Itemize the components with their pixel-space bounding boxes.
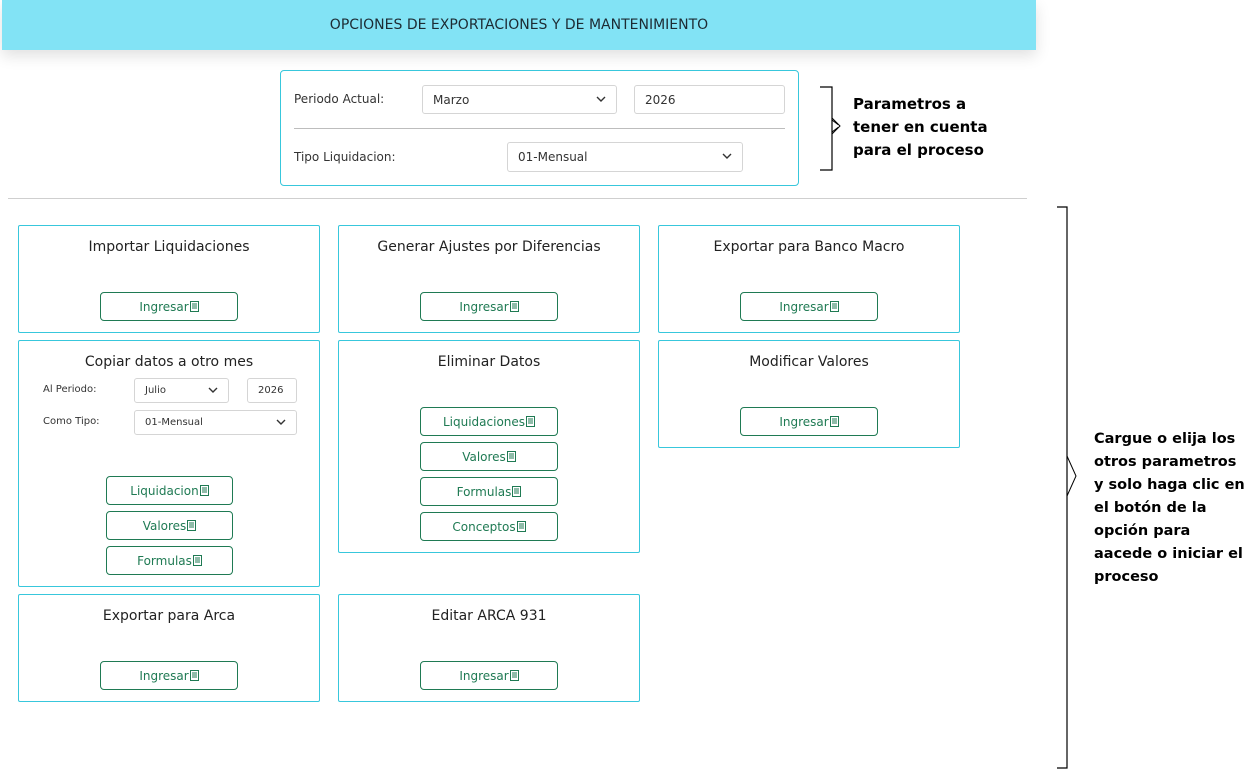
anio-input[interactable]: 2026	[634, 85, 785, 114]
params-arrow-icon	[831, 117, 841, 135]
parameters-panel: Periodo Actual: Marzo 2026 Tipo Liquidac…	[280, 70, 799, 186]
mes-select[interactable]: Marzo	[422, 85, 617, 114]
params-note-line: Parametros a	[853, 95, 967, 113]
modificar-ingresar-button[interactable]: Ingresar	[740, 407, 878, 436]
eliminar-liquidaciones-button[interactable]: Liquidaciones	[420, 407, 558, 436]
params-note-line: tener en cuenta	[853, 118, 988, 136]
arca931-ingresar-button[interactable]: Ingresar	[420, 661, 558, 690]
tipo-label: Tipo Liquidacion:	[294, 150, 396, 164]
button-label: Ingresar	[779, 299, 829, 314]
copiar-mes-select[interactable]: Julio	[134, 378, 229, 403]
params-note: Parametros a tener en cuenta para el pro…	[853, 93, 988, 162]
tipo-select[interactable]: 01-Mensual	[507, 142, 743, 172]
section-divider	[8, 198, 1027, 199]
chevron-down-icon	[276, 419, 286, 425]
card-exportar-banco-macro: Exportar para Banco Macro Ingresar	[658, 225, 960, 333]
macro-ingresar-button[interactable]: Ingresar	[740, 292, 878, 321]
arca-ingresar-button[interactable]: Ingresar	[100, 661, 238, 690]
chevron-down-icon	[208, 387, 218, 393]
card-eliminar-datos: Eliminar Datos Liquidaciones Valores For…	[338, 340, 640, 553]
button-label: Ingresar	[459, 299, 509, 314]
chevron-down-icon	[596, 96, 606, 102]
eliminar-conceptos-button[interactable]: Conceptos	[420, 512, 558, 541]
periodo-label: Periodo Actual:	[294, 92, 385, 106]
card-title: Generar Ajustes por Diferencias	[377, 239, 601, 255]
copiar-formulas-button[interactable]: Formulas	[106, 546, 233, 575]
document-icon	[199, 485, 209, 496]
document-icon	[512, 486, 522, 497]
card-copiar-datos: Copiar datos a otro mes Al Periodo: Juli…	[18, 340, 320, 587]
card-title: Eliminar Datos	[437, 354, 541, 370]
button-label: Ingresar	[139, 668, 189, 683]
card-editar-arca-931: Editar ARCA 931 Ingresar	[338, 594, 640, 702]
options-note-line: Cargue o elija los	[1094, 431, 1236, 447]
button-label: Formulas	[137, 553, 192, 568]
document-icon	[187, 520, 197, 531]
document-icon	[509, 301, 519, 312]
document-icon	[189, 670, 199, 681]
copiar-tipo-label: Como Tipo:	[43, 416, 100, 427]
copiar-periodo-label: Al Periodo:	[43, 384, 97, 395]
copiar-mes-value: Julio	[145, 385, 166, 396]
button-label: Liquidaciones	[442, 414, 526, 429]
options-note: Cargue o elija los otros parametros y so…	[1094, 428, 1245, 589]
options-note-line: proceso	[1094, 569, 1159, 585]
params-divider	[294, 128, 785, 129]
button-label: Ingresar	[139, 299, 189, 314]
options-note-line: opción para	[1094, 523, 1191, 539]
options-note-line: el botón de la	[1094, 500, 1207, 516]
page-header: OPCIONES DE EXPORTACIONES Y DE MANTENIMI…	[2, 0, 1036, 50]
card-importar-liquidaciones: Importar Liquidaciones Ingresar	[18, 225, 320, 333]
document-icon	[189, 301, 199, 312]
document-icon	[192, 555, 202, 566]
ajustes-ingresar-button[interactable]: Ingresar	[420, 292, 558, 321]
button-label: Liquidacion	[130, 483, 199, 498]
copiar-anio-input[interactable]: 2026	[247, 378, 297, 403]
copiar-valores-button[interactable]: Valores	[106, 511, 233, 540]
params-note-line: para el proceso	[853, 141, 984, 159]
card-title: Editar ARCA 931	[431, 608, 547, 624]
mes-select-value: Marzo	[433, 92, 470, 107]
eliminar-valores-button[interactable]: Valores	[420, 442, 558, 471]
options-note-line: aacede o iniciar el	[1094, 546, 1243, 562]
copiar-tipo-value: 01-Mensual	[145, 417, 203, 428]
card-generar-ajustes: Generar Ajustes por Diferencias Ingresar	[338, 225, 640, 333]
button-label: Ingresar	[779, 414, 829, 429]
card-title: Exportar para Banco Macro	[713, 239, 905, 255]
importar-ingresar-button[interactable]: Ingresar	[100, 292, 238, 321]
options-note-line: otros parametros	[1094, 454, 1237, 470]
card-title: Copiar datos a otro mes	[84, 354, 254, 370]
button-label: Formulas	[456, 484, 512, 499]
document-icon	[509, 670, 519, 681]
document-icon	[526, 416, 536, 427]
anio-input-value: 2026	[645, 92, 676, 107]
chevron-down-icon	[722, 153, 732, 159]
copiar-anio-value: 2026	[258, 385, 284, 396]
button-label: Valores	[142, 518, 187, 533]
document-icon	[516, 521, 526, 532]
tipo-select-value: 01-Mensual	[518, 150, 588, 164]
document-icon	[829, 301, 839, 312]
options-bracket-icon	[1057, 206, 1077, 769]
button-label: Conceptos	[452, 519, 516, 534]
card-title: Modificar Valores	[749, 354, 869, 370]
page-title: OPCIONES DE EXPORTACIONES Y DE MANTENIMI…	[329, 17, 709, 33]
options-note-line: y solo haga clic en	[1094, 477, 1245, 493]
card-exportar-arca: Exportar para Arca Ingresar	[18, 594, 320, 702]
copiar-tipo-select[interactable]: 01-Mensual	[134, 410, 297, 435]
card-title: Importar Liquidaciones	[88, 239, 250, 255]
eliminar-formulas-button[interactable]: Formulas	[420, 477, 558, 506]
document-icon	[829, 416, 839, 427]
card-modificar-valores: Modificar Valores Ingresar	[658, 340, 960, 448]
card-title: Exportar para Arca	[102, 608, 236, 624]
button-label: Valores	[462, 449, 506, 464]
copiar-liquidacion-button[interactable]: Liquidacion	[106, 476, 233, 505]
button-label: Ingresar	[459, 668, 509, 683]
document-icon	[506, 451, 516, 462]
